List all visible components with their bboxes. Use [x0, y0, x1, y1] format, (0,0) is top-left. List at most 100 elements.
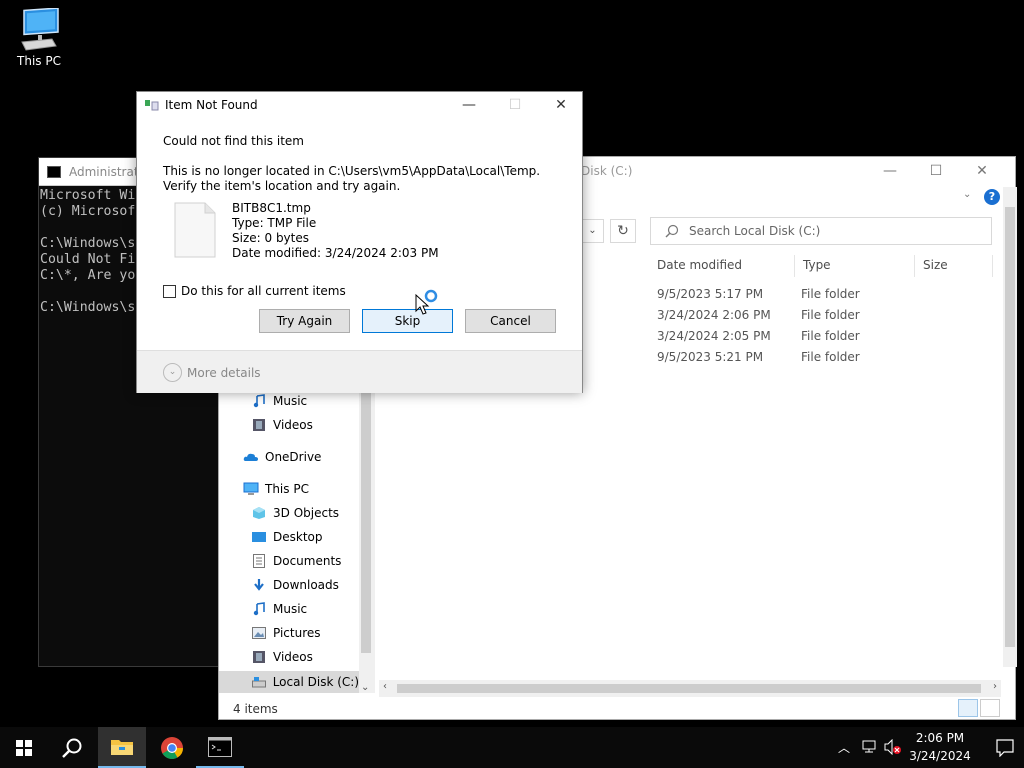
details-view-icon[interactable]	[958, 699, 978, 717]
folder-icon	[111, 739, 133, 755]
help-icon[interactable]: ?	[984, 189, 1000, 205]
music-icon	[251, 393, 267, 409]
apply-to-all-checkbox[interactable]: Do this for all current items	[163, 284, 346, 298]
console-title: Administrato	[69, 164, 146, 179]
row-type: File folder	[801, 350, 860, 364]
horizontal-scrollbar-thumb[interactable]	[397, 684, 981, 693]
file-details: BITB8C1.tmp Type: TMP File Size: 0 bytes…	[232, 201, 439, 261]
more-details-toggle[interactable]: ⌄ More details	[163, 363, 261, 382]
dialog-heading: Could not find this item	[163, 134, 304, 148]
show-hidden-icons-chevron-icon[interactable]: ︿	[838, 739, 850, 756]
nav-item-documents[interactable]: Documents	[251, 553, 341, 569]
large-icons-view-icon[interactable]	[980, 699, 1000, 717]
close-button[interactable]: ✕	[959, 157, 1005, 187]
nav-item-pictures[interactable]: Pictures	[251, 625, 321, 641]
row-date: 9/5/2023 5:17 PM	[657, 287, 764, 301]
row-type: File folder	[801, 287, 860, 301]
nav-item-desktop[interactable]: Desktop	[251, 529, 323, 545]
cancel-button[interactable]: Cancel	[465, 309, 556, 333]
dialog-title: Item Not Found	[165, 98, 258, 112]
explorer-title: Disk (C:)	[581, 164, 633, 178]
row-date: 3/24/2024 2:06 PM	[657, 308, 771, 322]
nav-item-downloads[interactable]: Downloads	[251, 577, 339, 593]
taskbar-command-prompt[interactable]	[196, 727, 244, 768]
dialog-maximize-button: ☐	[508, 97, 522, 113]
notifications-icon[interactable]	[996, 739, 1014, 757]
item-not-found-dialog[interactable]: Item Not Found — ☐ ✕ Could not find this…	[136, 91, 583, 393]
file-move-icon	[145, 99, 159, 111]
windows-logo-icon	[16, 739, 32, 756]
scroll-right-icon[interactable]: ›	[993, 681, 997, 692]
vertical-scrollbar[interactable]	[1003, 187, 1017, 667]
ribbon-expand-icon[interactable]: ⌄	[963, 189, 971, 200]
desktop-icon-label: This PC	[17, 54, 61, 68]
vertical-scrollbar-thumb[interactable]	[1005, 207, 1015, 647]
checkbox-label: Do this for all current items	[181, 284, 346, 298]
row-date: 9/5/2023 5:21 PM	[657, 350, 764, 364]
nav-item-videos[interactable]: Videos	[251, 649, 313, 665]
this-pc-icon	[243, 481, 259, 497]
nav-item-onedrive[interactable]: OneDrive	[243, 449, 321, 465]
view-toggle[interactable]	[956, 699, 1000, 717]
refresh-button[interactable]: ↻	[610, 219, 636, 243]
search-icon	[62, 738, 82, 758]
taskbar[interactable]: ︿ 2:06 PM 3/24/2024	[0, 727, 1024, 768]
music-icon	[251, 601, 267, 617]
dialog-minimize-button[interactable]: —	[446, 92, 492, 120]
local-disk-icon	[251, 674, 267, 690]
dialog-titlebar[interactable]: Item Not Found	[145, 98, 258, 112]
search-box[interactable]: Search Local Disk (C:)	[650, 217, 992, 245]
volume-muted-icon[interactable]	[884, 739, 902, 755]
column-date-modified[interactable]: Date modified	[649, 255, 795, 277]
nav-item-music-top[interactable]: Music	[251, 393, 307, 409]
network-icon[interactable]	[862, 740, 878, 754]
nav-item-3d-objects[interactable]: 3D Objects	[251, 505, 339, 521]
file-size: Size: 0 bytes	[232, 231, 309, 245]
file-icon	[174, 202, 216, 258]
navigation-pane[interactable]: Music Videos OneDrive This PC 3D Objects…	[219, 393, 374, 693]
address-dropdown-button[interactable]: ⌄	[582, 219, 604, 243]
search-icon	[665, 224, 679, 238]
dialog-close-button[interactable]: ✕	[538, 92, 584, 120]
nav-item-videos-top[interactable]: Videos	[251, 417, 313, 433]
nav-item-this-pc[interactable]: This PC	[243, 481, 309, 497]
clock-time[interactable]: 2:06 PM	[902, 731, 978, 745]
downloads-icon	[251, 577, 267, 593]
row-type: File folder	[801, 308, 860, 322]
documents-icon	[251, 553, 267, 569]
videos-icon	[251, 417, 267, 433]
nav-item-local-disk[interactable]: Local Disk (C:)	[219, 671, 359, 693]
try-again-button[interactable]: Try Again	[259, 309, 350, 333]
busy-cursor-icon	[415, 289, 438, 315]
taskbar-chrome[interactable]	[148, 727, 196, 768]
start-button[interactable]	[0, 727, 48, 768]
system-tray[interactable]: ︿ 2:06 PM 3/24/2024	[824, 727, 1024, 768]
status-item-count: 4 items	[233, 702, 278, 716]
maximize-button[interactable]: ☐	[913, 157, 959, 187]
file-type: Type: TMP File	[232, 216, 317, 230]
console-icon	[47, 165, 61, 178]
search-button[interactable]	[48, 727, 96, 768]
pictures-icon	[251, 625, 267, 641]
checkbox-box[interactable]	[163, 284, 176, 298]
row-date: 3/24/2024 2:05 PM	[657, 329, 771, 343]
dialog-message: This is no longer located in C:\Users\vm…	[163, 164, 541, 193]
scroll-left-icon[interactable]: ‹	[383, 681, 387, 692]
column-type[interactable]: Type	[795, 255, 915, 277]
desktop-folder-icon	[251, 529, 267, 545]
minimize-button[interactable]: —	[867, 157, 913, 187]
horizontal-scrollbar[interactable]: ‹ ›	[379, 680, 1001, 697]
videos-icon	[251, 649, 267, 665]
taskbar-file-explorer[interactable]	[98, 727, 146, 768]
column-size[interactable]: Size	[915, 255, 993, 277]
console-icon	[208, 736, 232, 757]
more-details-label: More details	[187, 365, 261, 380]
nav-scrollbar-thumb[interactable]	[361, 393, 371, 653]
nav-item-music[interactable]: Music	[251, 601, 307, 617]
nav-scrollbar[interactable]: ⌄	[359, 393, 374, 693]
search-placeholder: Search Local Disk (C:)	[689, 224, 821, 238]
desktop-icon-this-pc[interactable]: This PC	[12, 8, 66, 68]
clock-date[interactable]: 3/24/2024	[902, 749, 978, 763]
row-type: File folder	[801, 329, 860, 343]
scroll-down-icon[interactable]: ⌄	[361, 682, 369, 693]
